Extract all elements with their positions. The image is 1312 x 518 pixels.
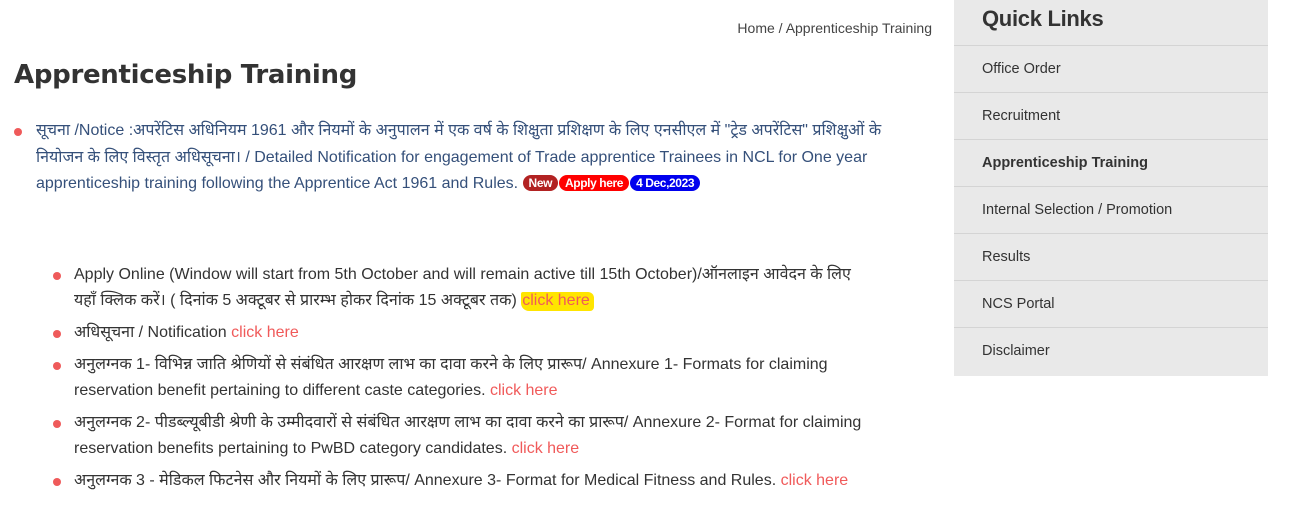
item-text: Apply Online (Window will start from 5th… [74,266,851,309]
breadcrumb: Home / Apprenticeship Training [737,20,932,36]
notice-item: सूचना /Notice :अपरेंटिस अधिनियम 1961 और … [14,118,900,198]
list-item-annexure-2: अनुलग्नक 2- पीडब्ल्यूबीडी श्रेणी के उम्म… [53,410,869,462]
list-item-notification: अधिसूचना / Notification click here [53,320,869,346]
sidebar-item-ncs-portal[interactable]: NCS Portal [954,281,1268,328]
annexure-2-click-here-link[interactable]: click here [512,440,580,457]
sidebar-item-internal-selection[interactable]: Internal Selection / Promotion [954,187,1268,234]
sidebar-item-apprenticeship-training[interactable]: Apprenticeship Training [954,140,1268,187]
quick-links-title: Quick Links [954,0,1268,46]
sidebar-item-office-order[interactable]: Office Order [954,46,1268,93]
item-text: अधिसूचना / Notification [74,324,232,341]
new-badge: New [522,175,559,191]
sidebar-item-disclaimer[interactable]: Disclaimer [954,328,1268,375]
list-item-annexure-1: अनुलग्नक 1- विभिन्न जाति श्रेणियों से सं… [53,352,869,404]
main-content: Home / Apprenticeship Training Apprentic… [0,0,945,518]
document-list: Apply Online (Window will start from 5th… [0,262,900,500]
list-item-apply-online: Apply Online (Window will start from 5th… [53,262,869,314]
apply-here-badge[interactable]: Apply here [559,175,630,191]
notice-list: सूचना /Notice :अपरेंटिस अधिनियम 1961 और … [0,118,900,198]
sidebar-item-results[interactable]: Results [954,234,1268,281]
breadcrumb-current: Apprenticeship Training [785,20,932,36]
item-text: अनुलग्नक 1- विभिन्न जाति श्रेणियों से सं… [74,356,828,399]
annexure-3-click-here-link[interactable]: click here [781,472,849,489]
item-text: अनुलग्नक 2- पीडब्ल्यूबीडी श्रेणी के उम्म… [74,414,862,457]
list-item-annexure-3: अनुलग्नक 3 - मेडिकल फिटनेस और नियमों के … [53,468,869,494]
annexure-1-click-here-link[interactable]: click here [490,382,558,399]
notice-text: सूचना /Notice :अपरेंटिस अधिनियम 1961 और … [36,122,882,192]
quick-links-list: Office Order Recruitment Apprenticeship … [954,46,1268,375]
breadcrumb-home-link[interactable]: Home [737,20,774,36]
quick-links-sidebar: Quick Links Office Order Recruitment App… [954,0,1268,376]
notification-click-here-link[interactable]: click here [231,324,299,341]
sidebar-item-recruitment[interactable]: Recruitment [954,93,1268,140]
breadcrumb-separator: / [774,20,786,36]
date-badge: 4 Dec,2023 [630,175,701,191]
page-title: Apprenticeship Training [14,60,358,90]
apply-online-click-here-link[interactable]: click here [521,292,594,311]
item-text: अनुलग्नक 3 - मेडिकल फिटनेस और नियमों के … [74,472,781,489]
